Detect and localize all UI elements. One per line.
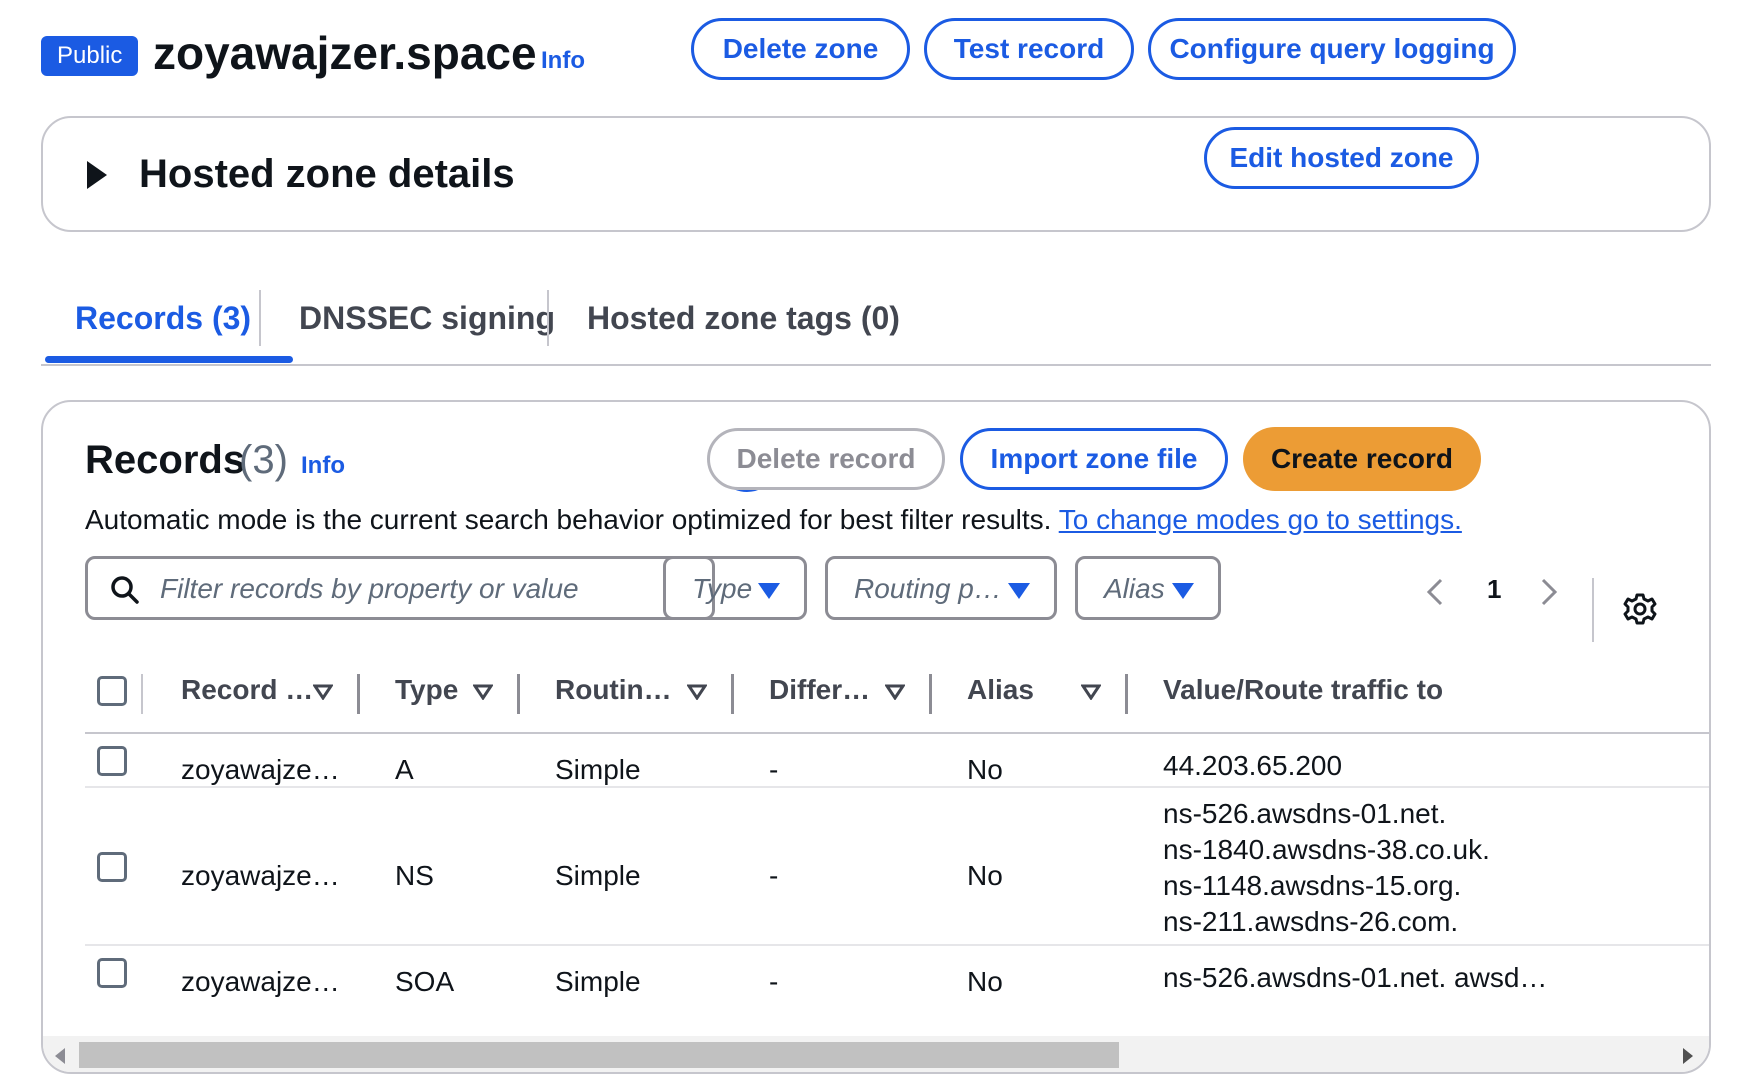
tab-records[interactable]: Records (3)	[75, 300, 251, 337]
value-line: 44.203.65.200	[1163, 750, 1343, 781]
column-header-routing[interactable]: Routin…	[555, 674, 672, 706]
search-mode-description: Automatic mode is the current search beh…	[85, 504, 1462, 536]
record-name-cell[interactable]: zoyawajze…	[181, 754, 340, 786]
value-line: ns-1148.awsdns-15.org.	[1163, 870, 1462, 901]
tab-separator	[259, 290, 261, 346]
record-type-cell: A	[395, 754, 414, 785]
value-line: ns-1840.awsdns-38.co.uk.	[1163, 834, 1490, 865]
sort-icon[interactable]	[885, 684, 905, 700]
record-name-cell[interactable]: zoyawajze…	[181, 966, 340, 998]
column-header-value[interactable]: Value/Route traffic to	[1163, 674, 1443, 706]
sort-icon[interactable]	[313, 684, 333, 700]
search-input[interactable]	[160, 567, 700, 611]
routing-policy-cell: Simple	[555, 966, 641, 997]
routing-policy-cell: Simple	[555, 754, 641, 785]
chevron-right-icon[interactable]	[1537, 576, 1561, 608]
tab-dnssec-signing[interactable]: DNSSEC signing	[299, 300, 555, 337]
create-record-button[interactable]: Create record	[1243, 427, 1481, 491]
record-type-cell: NS	[395, 860, 434, 891]
column-separator[interactable]	[929, 674, 932, 714]
select-all-checkbox[interactable]	[97, 676, 127, 706]
header-info-link[interactable]: Info	[541, 47, 585, 75]
public-badge: Public	[41, 36, 139, 76]
records-count: (3)	[239, 438, 288, 482]
horizontal-scrollbar[interactable]	[43, 1036, 1709, 1072]
type-filter-select[interactable]: Type	[663, 556, 807, 620]
settings-link[interactable]: To change modes go to settings.	[1059, 504, 1462, 535]
differentiator-cell: -	[769, 966, 779, 997]
column-header-type[interactable]: Type	[395, 674, 458, 706]
differentiator-cell: -	[769, 860, 779, 891]
records-info-link[interactable]: Info	[301, 452, 345, 480]
tabs-bar: Records (3) DNSSEC signing Hosted zone t…	[41, 280, 1711, 366]
table-row[interactable]: zoyawajze… SOA Simple - No ns-526.awsdns…	[85, 946, 1709, 1006]
chevron-down-icon	[1172, 583, 1194, 599]
records-panel: Records (3) Info Delete record Import zo…	[41, 400, 1711, 1074]
table-row[interactable]: zoyawajze… A Simple - No 44.203.65.200	[85, 734, 1709, 788]
alias-cell: No	[967, 966, 1003, 997]
active-tab-indicator	[45, 356, 293, 363]
routing-filter-select[interactable]: Routing p…	[825, 556, 1057, 620]
row-checkbox[interactable]	[97, 746, 127, 776]
scroll-left-arrow-icon[interactable]	[55, 1048, 65, 1064]
column-separator[interactable]	[517, 674, 520, 714]
edit-hosted-zone-button[interactable]: Edit hosted zone	[1204, 127, 1479, 189]
tab-hosted-zone-tags[interactable]: Hosted zone tags (0)	[587, 300, 900, 337]
value-cell: ns-526.awsdns-01.net. ns-1840.awsdns-38.…	[1163, 796, 1490, 940]
alias-cell: No	[967, 754, 1003, 785]
alias-filter-select[interactable]: Alias	[1075, 556, 1221, 620]
column-separator[interactable]	[731, 674, 734, 714]
tab-separator	[547, 290, 549, 346]
value-line: ns-211.awsdns-26.com.	[1163, 906, 1459, 937]
gear-icon[interactable]	[1623, 592, 1657, 626]
hosted-zone-details-title[interactable]: Hosted zone details	[139, 152, 515, 197]
test-record-button[interactable]: Test record	[924, 18, 1134, 80]
scroll-right-arrow-icon[interactable]	[1683, 1048, 1693, 1064]
column-separator[interactable]	[1125, 674, 1128, 714]
record-type-cell: SOA	[395, 966, 455, 997]
search-box[interactable]	[85, 556, 715, 620]
sort-icon[interactable]	[1081, 684, 1101, 700]
caret-right-icon[interactable]	[87, 161, 107, 189]
table-row[interactable]: zoyawajze… NS Simple - No ns-526.awsdns-…	[85, 788, 1709, 946]
differentiator-cell: -	[769, 754, 779, 785]
search-mode-text: Automatic mode is the current search beh…	[85, 504, 1052, 535]
table-header: Record … Type Routin… Differ… Alias Valu…	[85, 660, 1709, 734]
sort-icon[interactable]	[473, 684, 493, 700]
column-separator[interactable]	[357, 674, 360, 714]
records-title: Records	[85, 438, 246, 482]
row-checkbox[interactable]	[97, 852, 127, 882]
value-cell: ns-526.awsdns-01.net. awsd…	[1163, 960, 1547, 996]
pager-separator	[1592, 578, 1594, 642]
type-filter-label: Type	[692, 573, 753, 604]
value-cell: 44.203.65.200	[1163, 748, 1342, 784]
chevron-left-icon[interactable]	[1423, 576, 1447, 608]
configure-query-logging-button[interactable]: Configure query logging	[1148, 18, 1516, 80]
row-checkbox[interactable]	[97, 958, 127, 988]
column-separator	[141, 674, 143, 714]
page-title: zoyawajzer.space	[153, 27, 537, 79]
value-line: ns-526.awsdns-01.net. awsd…	[1163, 962, 1548, 993]
column-header-record-name[interactable]: Record …	[181, 674, 313, 706]
sort-icon[interactable]	[687, 684, 707, 700]
page-number[interactable]: 1	[1487, 574, 1501, 605]
column-header-alias[interactable]: Alias	[967, 674, 1034, 706]
import-zone-file-button[interactable]: Import zone file	[960, 428, 1228, 490]
delete-record-button[interactable]: Delete record	[707, 428, 945, 490]
chevron-down-icon	[1008, 583, 1030, 599]
record-name-cell[interactable]: zoyawajze…	[181, 860, 340, 892]
value-line: ns-526.awsdns-01.net.	[1163, 798, 1447, 829]
alias-filter-label: Alias	[1104, 573, 1165, 604]
routing-policy-cell: Simple	[555, 860, 641, 891]
alias-cell: No	[967, 860, 1003, 891]
routing-filter-label: Routing p…	[854, 573, 1002, 604]
delete-zone-button[interactable]: Delete zone	[691, 18, 910, 80]
column-header-differentiator[interactable]: Differ…	[769, 674, 870, 706]
chevron-down-icon	[758, 583, 780, 599]
scrollbar-thumb[interactable]	[79, 1042, 1119, 1068]
search-icon	[111, 576, 139, 604]
